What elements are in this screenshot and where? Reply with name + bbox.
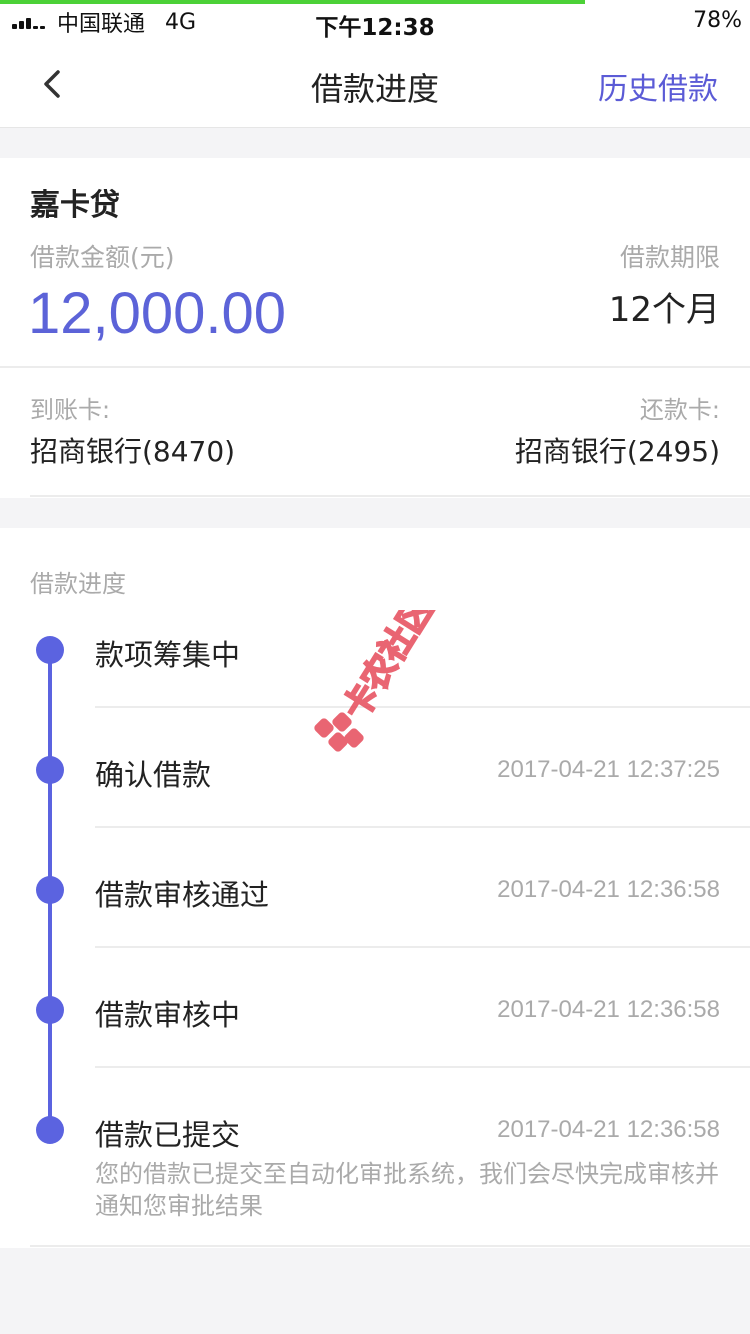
timeline-dot-icon	[36, 756, 64, 784]
step-time: 2017-04-21 12:36:58	[497, 1116, 720, 1143]
loan-summary-card: 嘉卡贷 借款金额(元) 借款期限 12,000.00 12个月 到账卡: 还款卡…	[0, 158, 750, 498]
timeline-step: 款项筹集中	[0, 590, 750, 710]
repay-card-label: 还款卡:	[639, 396, 720, 424]
receive-card-label: 到账卡:	[30, 396, 111, 424]
receive-card-value: 招商银行(8470)	[30, 435, 236, 468]
timeline-step: 借款审核通过 2017-04-21 12:36:58	[0, 830, 750, 950]
step-time: 2017-04-21 12:37:25	[497, 756, 720, 783]
page-load-progress	[0, 0, 585, 4]
step-description: 您的借款已提交至自动化审批系统，我们会尽快完成审核并通知您审批结果	[95, 1160, 719, 1220]
divider	[95, 706, 750, 708]
step-label: 借款审核中	[95, 998, 241, 1032]
timeline-step: 借款已提交 2017-04-21 12:36:58 您的借款已提交至自动化审批系…	[0, 1070, 750, 1240]
repay-card-value: 招商银行(2495)	[514, 435, 720, 468]
divider	[95, 1066, 750, 1068]
step-time: 2017-04-21 12:36:58	[497, 996, 720, 1023]
divider	[95, 826, 750, 828]
timeline-step: 确认借款 2017-04-21 12:37:25	[0, 710, 750, 830]
timeline-dot-icon	[36, 996, 64, 1024]
amount-value: 12,000.00	[28, 281, 287, 346]
step-label: 确认借款	[95, 758, 212, 792]
timeline-step: 借款审核中 2017-04-21 12:36:58	[0, 950, 750, 1070]
loan-progress-card: 借款进度 款项筹集中 确认借款 2017-04-21 12:37:25 借款审核…	[0, 528, 750, 1248]
step-label: 借款审核通过	[95, 878, 270, 912]
divider	[30, 1245, 750, 1247]
step-label: 借款已提交	[95, 1118, 241, 1152]
status-bar: 中国联通 4G 下午12:38 78%	[0, 0, 750, 41]
divider	[95, 946, 750, 948]
product-name: 嘉卡贷	[30, 188, 120, 223]
timeline-dot-icon	[36, 1116, 64, 1144]
divider	[0, 366, 750, 368]
term-label: 借款期限	[619, 243, 720, 272]
step-label: 款项筹集中	[95, 638, 241, 672]
step-time: 2017-04-21 12:36:58	[497, 876, 720, 903]
amount-label: 借款金额(元)	[30, 243, 175, 272]
status-time: 下午12:38	[315, 15, 435, 41]
divider	[30, 495, 750, 497]
timeline-dot-icon	[36, 636, 64, 664]
nav-bar: 借款进度 历史借款	[0, 40, 750, 128]
history-loans-link[interactable]: 历史借款	[598, 64, 718, 108]
battery-percent: 78%	[693, 8, 742, 33]
term-value: 12个月	[608, 290, 720, 330]
timeline-dot-icon	[36, 876, 64, 904]
